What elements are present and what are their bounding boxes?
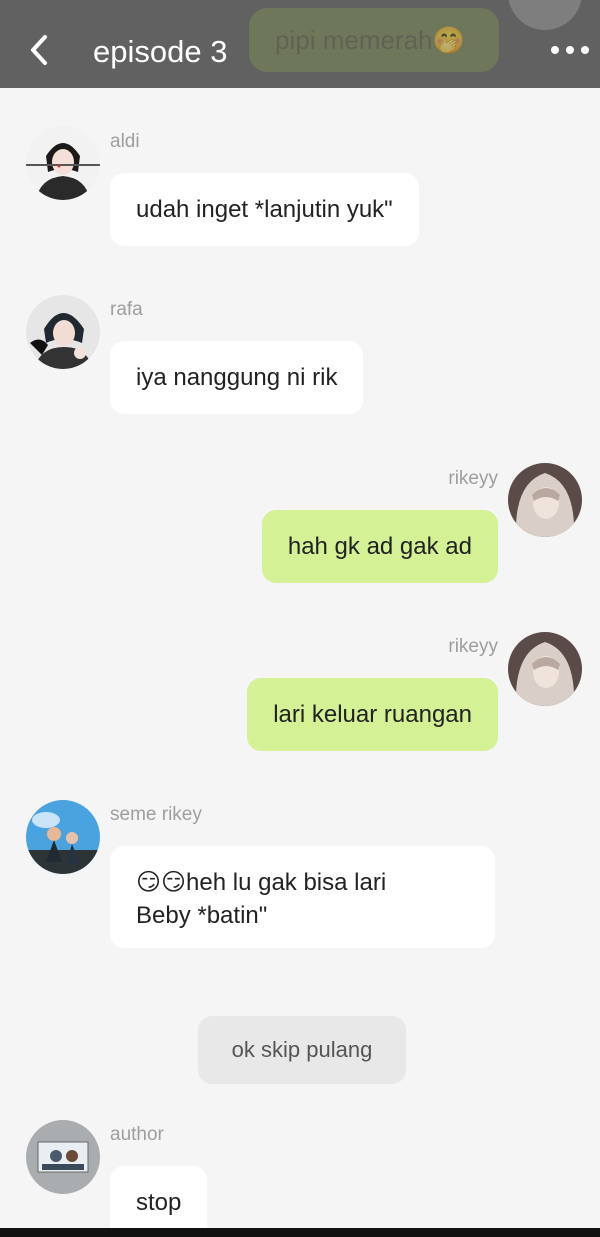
sender-name: rikeyy bbox=[448, 636, 498, 657]
faded-avatar bbox=[508, 0, 582, 30]
message-line: 😏😏heh lu gak bisa lari bbox=[136, 869, 387, 896]
faded-preview-bubble: pipi memerah🤭 bbox=[249, 8, 499, 72]
chevron-left-icon bbox=[31, 35, 47, 65]
app-header: pipi memerah🤭 episode 3 bbox=[0, 0, 600, 88]
avatar-rikeyy[interactable] bbox=[508, 632, 582, 706]
more-button[interactable] bbox=[548, 36, 592, 64]
sender-name: seme rikey bbox=[110, 804, 202, 825]
avatar-rikeyy[interactable] bbox=[508, 463, 582, 537]
sender-name: author bbox=[110, 1124, 164, 1145]
system-message: ok skip pulang bbox=[198, 1016, 406, 1084]
avatar-aldi[interactable] bbox=[26, 126, 100, 200]
avatar-seme-rikey[interactable] bbox=[26, 800, 100, 874]
message-bubble[interactable]: lari keluar ruangan bbox=[247, 678, 498, 751]
avatar-author[interactable] bbox=[26, 1120, 100, 1194]
sender-name: rikeyy bbox=[448, 468, 498, 489]
message-line: Beby *batin" bbox=[136, 902, 268, 929]
faded-preview-text: pipi memerah🤭 bbox=[275, 24, 465, 55]
avatar-rafa[interactable] bbox=[26, 295, 100, 369]
message-bubble[interactable]: iya nanggung ni rik bbox=[110, 341, 364, 414]
system-message-text: ok skip pulang bbox=[231, 1037, 373, 1062]
message-bubble[interactable]: hah gk ad gak ad bbox=[261, 510, 498, 583]
more-dots-icon bbox=[551, 46, 589, 54]
message-bubble[interactable]: udah inget *lanjutin yuk" bbox=[110, 173, 419, 246]
page-title: episode 3 bbox=[93, 34, 228, 69]
sender-name: rafa bbox=[110, 299, 143, 320]
message-bubble[interactable]: 😏😏heh lu gak bisa lari Beby *batin" bbox=[110, 846, 495, 948]
sender-name: aldi bbox=[110, 131, 140, 152]
back-button[interactable] bbox=[22, 30, 56, 70]
bottom-bar bbox=[0, 1228, 600, 1237]
message-bubble[interactable]: stop bbox=[110, 1166, 208, 1237]
